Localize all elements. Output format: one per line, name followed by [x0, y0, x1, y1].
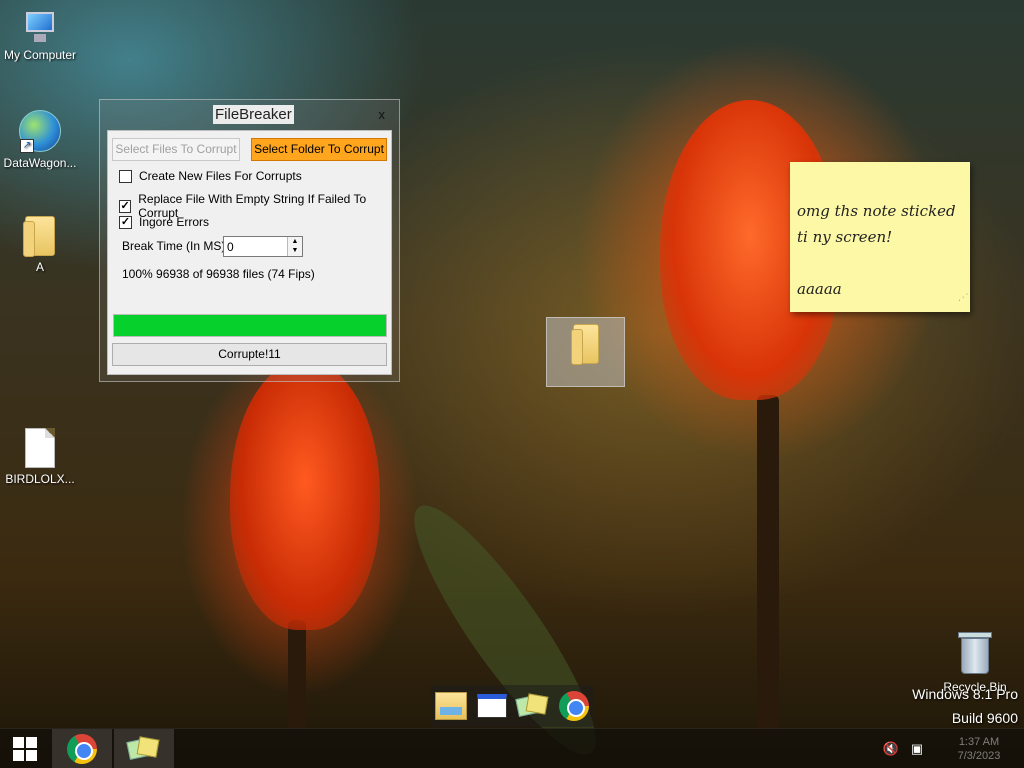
dock-item-file-explorer[interactable] [433, 688, 469, 724]
sticky-note[interactable]: omg ths note sticked ti ny screen! aaaaa… [790, 162, 970, 312]
globe-shortcut-icon: ↗ [19, 110, 61, 153]
windows-logo-icon [13, 737, 37, 761]
desktop-icon-label: A [35, 260, 44, 274]
folder-icon [570, 324, 599, 365]
dock [431, 685, 594, 727]
drag-selection[interactable] [546, 317, 625, 387]
close-button[interactable]: x [379, 107, 386, 122]
break-time-value: 0 [227, 240, 234, 254]
desktop-icon-datawagon[interactable]: ↗ DataWagon... [0, 110, 80, 170]
network-icon[interactable]: ▣ [908, 740, 926, 758]
clock-date: 7/3/2023 [957, 750, 1001, 762]
recycle-bin-icon [958, 632, 992, 676]
start-button[interactable] [0, 729, 50, 768]
document-icon [25, 428, 55, 468]
checkbox[interactable]: ✓ [119, 199, 132, 213]
break-time-stepper[interactable]: 0 ▲ ▼ [223, 236, 303, 257]
chrome-icon [67, 734, 97, 764]
progress-fill [114, 315, 386, 336]
wallpaper-stem [288, 620, 306, 730]
wallpaper-stem [757, 395, 779, 735]
system-tray: 🔇 ▣ 1:37 AM 7/3/2023 [882, 729, 1024, 768]
dock-item-window[interactable] [474, 688, 510, 724]
watermark-build: Build 9600 [951, 710, 1018, 726]
dock-item-chrome[interactable] [556, 688, 592, 724]
desktop-icon-my-computer[interactable]: My Computer [0, 10, 80, 62]
wallpaper-tulip [230, 360, 380, 630]
watermark-edition: Windows 8.1 Pro [912, 686, 1018, 702]
chrome-icon [558, 691, 589, 721]
filebreaker-window: FileBreaker x Select Files To Corrupt Se… [99, 99, 400, 382]
option-label: Create New Files For Corrupts [139, 169, 302, 183]
resize-grip-icon[interactable]: ⋰ [958, 285, 967, 311]
desktop-icon-folder-a[interactable]: A [0, 216, 80, 274]
desktop-icon-birdlolx[interactable]: BIRDLOLX... [0, 428, 80, 486]
desktop-icon-label: DataWagon... [3, 156, 77, 170]
checkbox[interactable]: ✓ [119, 215, 132, 229]
window-titlebar[interactable]: FileBreaker x [100, 100, 399, 130]
file-explorer-icon [435, 692, 468, 720]
taskbar: 🔇 ▣ 1:37 AM 7/3/2023 [0, 728, 1024, 768]
desktop-icon-recycle-bin[interactable]: Recycle Bin [935, 632, 1015, 694]
progress-bar [113, 314, 387, 337]
corrupt-button[interactable]: Corrupte!11 [112, 343, 387, 366]
checkbox[interactable] [119, 169, 132, 183]
desktop-icon-label: BIRDLOLX... [5, 472, 75, 486]
sticky-note-line: aaaaa [797, 280, 842, 298]
option-create-new[interactable]: Create New Files For Corrupts [119, 169, 302, 183]
status-text: 100% 96938 of 96938 files (74 Fips) [122, 267, 315, 281]
desktop-icon-label: My Computer [3, 48, 77, 62]
folder-icon [23, 216, 55, 257]
sticky-note-line [797, 250, 962, 276]
volume-muted-icon[interactable]: 🔇 [882, 740, 900, 758]
select-files-button[interactable]: Select Files To Corrupt [112, 138, 240, 161]
option-label: Ingore Errors [139, 215, 210, 229]
dock-item-sticky-notes[interactable] [515, 688, 551, 724]
sticky-note-line: omg ths note sticked [797, 202, 956, 220]
computer-icon [20, 10, 60, 44]
break-time-label: Break Time (In MS) [122, 239, 226, 253]
stepper-arrows[interactable]: ▲ ▼ [287, 237, 302, 256]
stepper-down-icon[interactable]: ▼ [288, 246, 302, 255]
sticky-notes-icon [515, 693, 549, 719]
window-title: FileBreaker [213, 105, 294, 124]
option-ignore-errors[interactable]: ✓ Ingore Errors [119, 215, 209, 229]
taskbar-sticky-notes[interactable] [114, 729, 174, 768]
select-folder-button[interactable]: Select Folder To Corrupt [251, 138, 387, 161]
taskbar-chrome[interactable] [52, 729, 112, 768]
sticky-notes-icon [126, 736, 160, 762]
clock-time: 1:37 AM [958, 736, 1000, 748]
window-client: Select Files To Corrupt Select Folder To… [107, 130, 392, 375]
stepper-up-icon[interactable]: ▲ [288, 237, 302, 246]
window-icon [477, 694, 508, 718]
sticky-note-line: ti ny screen! [797, 228, 893, 246]
clock[interactable]: 1:37 AM 7/3/2023 [934, 735, 1024, 763]
